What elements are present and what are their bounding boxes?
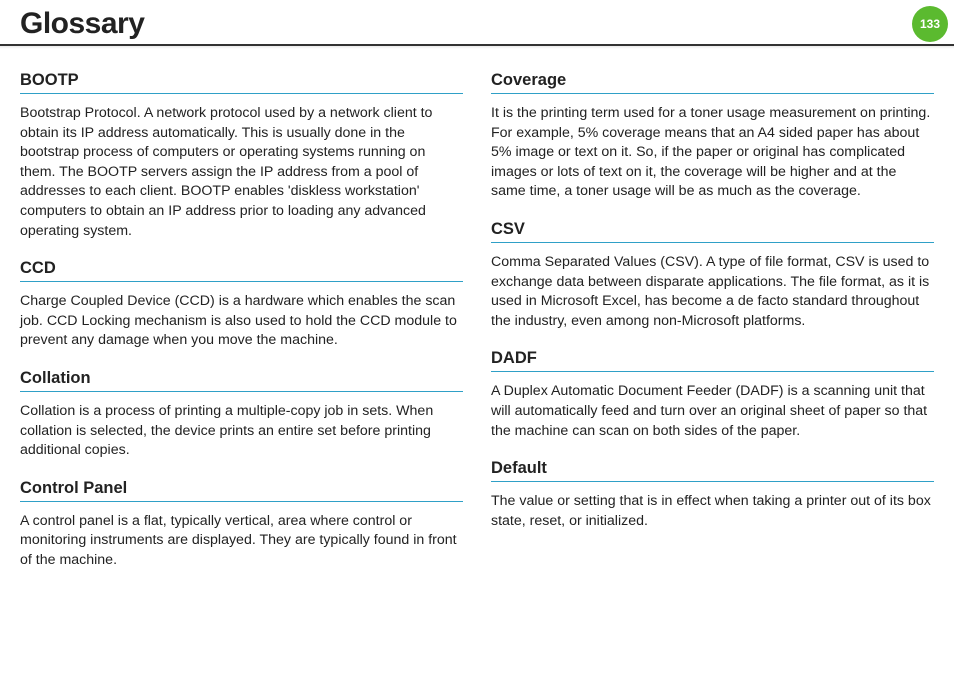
glossary-definition: A control panel is a flat, typically ver… — [20, 512, 463, 571]
term-underline — [20, 501, 463, 502]
page-title: Glossary — [0, 7, 144, 41]
term-underline — [491, 93, 934, 94]
page-number-badge: 133 — [912, 6, 948, 42]
term-underline — [491, 481, 934, 482]
glossary-term: Coverage — [491, 71, 934, 90]
left-column: BOOTP Bootstrap Protocol. A network prot… — [20, 71, 463, 571]
glossary-definition: Comma Separated Values (CSV). A type of … — [491, 253, 934, 331]
glossary-term: Default — [491, 459, 934, 478]
glossary-term: CCD — [20, 259, 463, 278]
right-column: Coverage It is the printing term used fo… — [491, 71, 934, 571]
glossary-definition: It is the printing term used for a toner… — [491, 104, 934, 202]
glossary-term: DADF — [491, 349, 934, 368]
glossary-term: Control Panel — [20, 479, 463, 498]
glossary-columns: BOOTP Bootstrap Protocol. A network prot… — [0, 49, 954, 571]
glossary-definition: Collation is a process of printing a mul… — [20, 402, 463, 461]
glossary-definition: Charge Coupled Device (CCD) is a hardwar… — [20, 292, 463, 351]
page-header: Glossary 133 — [0, 0, 954, 42]
glossary-term: CSV — [491, 220, 934, 239]
glossary-term: Collation — [20, 369, 463, 388]
page-number: 133 — [920, 17, 940, 31]
glossary-definition: The value or setting that is in effect w… — [491, 492, 934, 531]
term-underline — [20, 281, 463, 282]
glossary-definition: Bootstrap Protocol. A network protocol u… — [20, 104, 463, 241]
glossary-term: BOOTP — [20, 71, 463, 90]
term-underline — [491, 371, 934, 372]
term-underline — [20, 93, 463, 94]
term-underline — [20, 391, 463, 392]
glossary-definition: A Duplex Automatic Document Feeder (DADF… — [491, 382, 934, 441]
term-underline — [491, 242, 934, 243]
